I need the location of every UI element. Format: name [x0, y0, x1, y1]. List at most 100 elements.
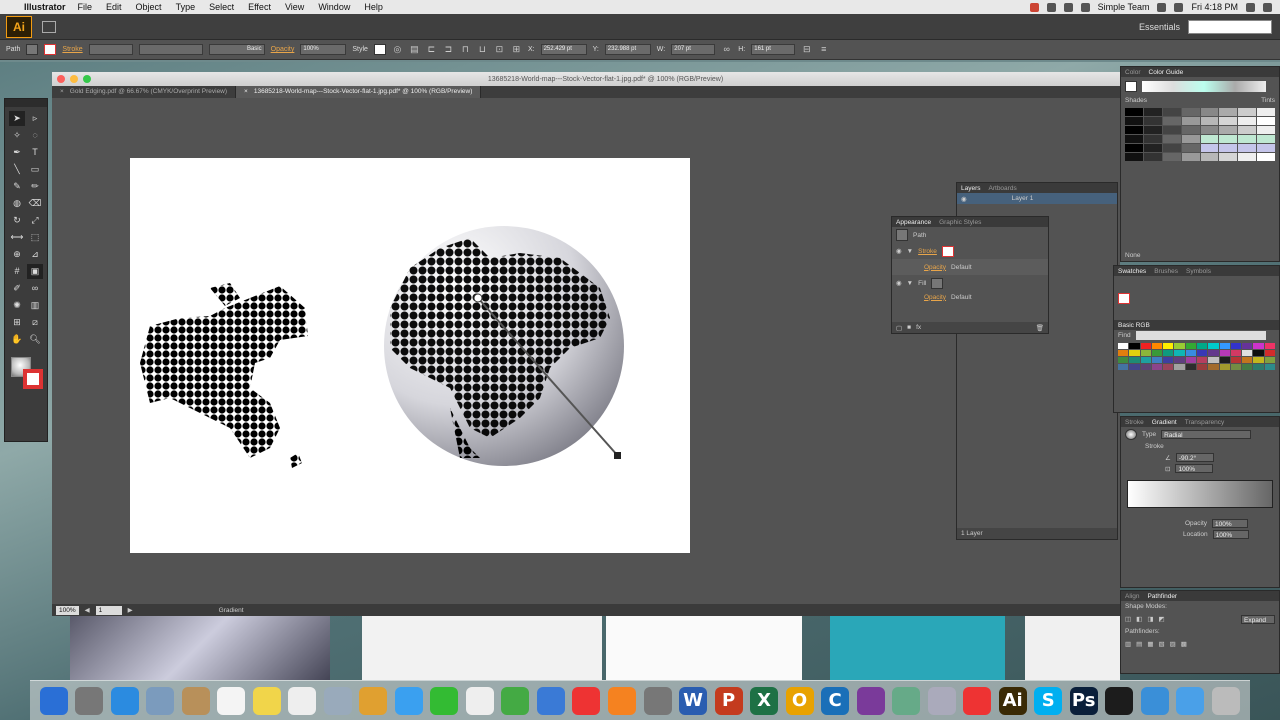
mesh-tool-icon[interactable]: # [9, 264, 25, 279]
menu-user-name[interactable]: Simple Team [1098, 2, 1150, 12]
tab-stroke[interactable]: Stroke [1125, 419, 1144, 426]
clock-icon[interactable] [1063, 2, 1073, 12]
color-variation-swatch[interactable] [1181, 117, 1200, 125]
color-swatch[interactable] [1140, 357, 1151, 363]
color-swatch[interactable] [1253, 364, 1264, 370]
color-swatch[interactable] [1219, 357, 1230, 363]
color-variation-swatch[interactable] [1257, 126, 1275, 134]
visibility-eye-icon[interactable]: ◉ [896, 279, 902, 287]
merge-icon[interactable]: ▦ [1147, 640, 1153, 648]
search-help-input[interactable] [1188, 19, 1272, 34]
disclosure-triangle-icon[interactable]: ▼ [907, 280, 913, 287]
minimize-window-button[interactable] [70, 75, 78, 83]
color-variation-swatch[interactable] [1257, 144, 1275, 152]
color-variation-swatch[interactable] [1162, 108, 1181, 116]
menu-clock[interactable]: Fri 4:18 PM [1191, 2, 1238, 12]
image-capture-icon[interactable] [927, 686, 956, 715]
color-swatch[interactable] [1151, 357, 1163, 363]
bridge-icon[interactable] [42, 20, 56, 33]
color-variation-swatch[interactable] [1219, 144, 1238, 152]
tab-brushes[interactable]: Brushes [1154, 268, 1178, 275]
color-swatch[interactable] [1118, 350, 1129, 356]
appearance-opacity-label[interactable]: Opacity [924, 294, 946, 301]
minus-front-icon[interactable]: ◧ [1136, 615, 1142, 623]
color-variation-swatch[interactable] [1257, 135, 1275, 143]
pencil-tool-icon[interactable]: ✏ [27, 179, 43, 194]
color-swatch[interactable] [1140, 343, 1151, 349]
color-swatch[interactable] [1196, 343, 1208, 349]
harmony-colors-bar[interactable] [1142, 80, 1266, 92]
minus-back-icon[interactable]: ▩ [1181, 640, 1187, 648]
color-swatch[interactable] [1151, 343, 1163, 349]
color-swatch[interactable] [1129, 343, 1140, 349]
notification-center-icon[interactable] [1263, 2, 1272, 12]
color-variation-swatch[interactable] [1219, 108, 1238, 116]
artboard[interactable] [130, 158, 690, 553]
color-swatch[interactable] [1118, 343, 1129, 349]
artboard-number-field[interactable]: 1 [95, 605, 122, 615]
illustrator-icon[interactable]: Ai [998, 686, 1027, 715]
constrain-link-icon[interactable]: ∞ [721, 44, 732, 55]
slice-tool-icon[interactable]: ⧄ [27, 315, 43, 330]
align-center-icon[interactable]: ⊐ [443, 44, 454, 55]
chrome-icon[interactable] [963, 686, 992, 715]
shape-builder-tool-icon[interactable]: ⊕ [9, 247, 25, 262]
calendar-icon[interactable] [217, 686, 246, 715]
color-swatch[interactable] [1264, 357, 1275, 363]
tab-symbols[interactable]: Symbols [1186, 268, 1211, 275]
tab-close-icon[interactable]: × [244, 88, 248, 96]
color-swatch[interactable] [1208, 343, 1219, 349]
color-variation-swatch[interactable] [1238, 153, 1257, 161]
color-variation-swatch[interactable] [1181, 153, 1200, 161]
free-transform-tool-icon[interactable]: ⬚ [27, 230, 43, 245]
keynote-icon[interactable] [536, 686, 565, 715]
color-variation-swatch[interactable] [1143, 144, 1162, 152]
tab-align[interactable]: Align [1125, 593, 1139, 600]
angle-field[interactable]: -90.2° [1175, 453, 1214, 462]
color-swatch[interactable] [1174, 357, 1185, 363]
color-variation-swatch[interactable] [1143, 135, 1162, 143]
eraser-tool-icon[interactable]: ⌫ [27, 196, 43, 211]
isolate-icon[interactable]: ⊟ [801, 44, 812, 55]
color-variation-swatch[interactable] [1162, 135, 1181, 143]
color-variation-swatch[interactable] [1200, 153, 1219, 161]
color-swatch[interactable] [1264, 343, 1275, 349]
disclosure-triangle-icon[interactable]: ▼ [907, 248, 913, 255]
height-field[interactable]: 161 pt [751, 44, 796, 55]
appearance-stroke-label[interactable]: Stroke [918, 248, 937, 255]
stroke-swatch[interactable] [23, 369, 43, 389]
color-swatch[interactable] [1264, 364, 1275, 370]
fill-swatch-small[interactable] [931, 277, 944, 289]
gradient-tool-icon[interactable]: ▣ [27, 264, 43, 279]
stroke-weight-field[interactable] [88, 44, 133, 55]
color-variation-swatch[interactable] [1125, 153, 1143, 161]
color-variation-swatch[interactable] [1143, 117, 1162, 125]
ibooks-icon[interactable] [608, 686, 636, 715]
color-variation-swatch[interactable] [1200, 126, 1219, 134]
width-field[interactable]: 207 pt [671, 44, 716, 55]
color-swatch[interactable] [1163, 364, 1174, 370]
expand-button[interactable]: Expand [1241, 614, 1275, 624]
gradient-slider[interactable] [1127, 480, 1273, 508]
color-swatch[interactable] [1196, 350, 1208, 356]
gradient-opacity-field[interactable]: 100% [1212, 519, 1249, 528]
color-variation-swatch[interactable] [1143, 108, 1162, 116]
system-preferences-icon[interactable] [643, 686, 672, 715]
color-swatch[interactable] [1174, 350, 1185, 356]
zoom-field[interactable]: 100% [56, 605, 79, 615]
add-effect-icon[interactable]: fx [916, 324, 921, 331]
recolor-icon[interactable]: ◎ [392, 44, 403, 55]
symbol-sprayer-tool-icon[interactable]: ✺ [9, 298, 25, 313]
zoom-tool-icon[interactable]: 🔍︎ [27, 332, 43, 347]
color-variation-swatch[interactable] [1162, 117, 1181, 125]
tab-gold-edging[interactable]: × Gold Edging.pdf @ 66.67% (CMYK/Overpri… [52, 86, 237, 98]
color-variation-swatch[interactable] [1219, 126, 1238, 134]
tab-color-guide[interactable]: Color Guide [1149, 69, 1184, 76]
pen-tool-icon[interactable]: ✒ [9, 145, 25, 160]
menu-window[interactable]: Window [318, 2, 350, 12]
tab-artboards[interactable]: Artboards [989, 185, 1017, 192]
menu-help[interactable]: Help [364, 2, 383, 12]
color-swatch[interactable] [1118, 357, 1129, 363]
intersect-icon[interactable]: ◨ [1147, 615, 1153, 623]
color-swatch[interactable] [1151, 364, 1163, 370]
